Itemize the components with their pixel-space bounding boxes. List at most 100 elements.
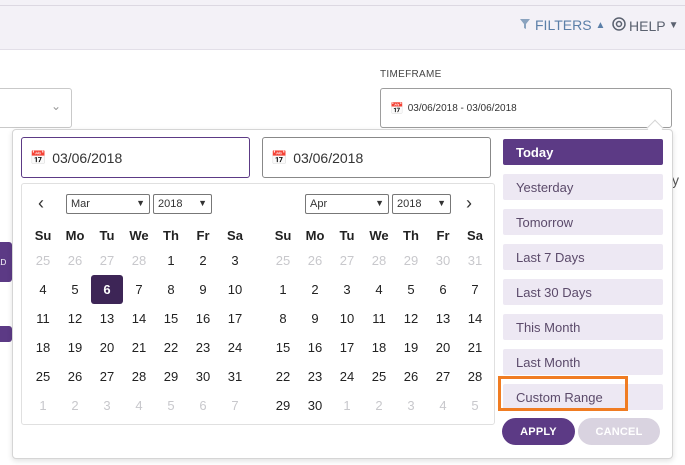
calendar-day[interactable]: 14: [123, 304, 155, 333]
calendar-day[interactable]: 16: [187, 304, 219, 333]
calendar-day[interactable]: 8: [155, 275, 187, 304]
calendar-day[interactable]: 26: [59, 246, 91, 275]
calendar-day[interactable]: 6: [427, 275, 459, 304]
calendar-day[interactable]: 10: [331, 304, 363, 333]
calendar-day[interactable]: 4: [427, 391, 459, 420]
calendar-day[interactable]: 28: [123, 246, 155, 275]
calendar-day[interactable]: 28: [363, 246, 395, 275]
calendar-day[interactable]: 2: [299, 275, 331, 304]
calendar-day[interactable]: 8: [267, 304, 299, 333]
calendar-day[interactable]: 26: [299, 246, 331, 275]
calendar-day[interactable]: 24: [331, 362, 363, 391]
calendar-day[interactable]: 27: [91, 362, 123, 391]
range-option-yesterday[interactable]: Yesterday: [503, 174, 663, 200]
calendar-day[interactable]: 23: [187, 333, 219, 362]
calendar-day[interactable]: 20: [91, 333, 123, 362]
calendar-day[interactable]: 22: [267, 362, 299, 391]
calendar-day[interactable]: 25: [267, 246, 299, 275]
calendar-day[interactable]: 9: [299, 304, 331, 333]
cancel-button[interactable]: CANCEL: [578, 418, 660, 445]
calendar-day[interactable]: 7: [123, 275, 155, 304]
prev-month-arrow-icon[interactable]: ‹: [38, 193, 44, 214]
apply-button[interactable]: APPLY: [502, 418, 575, 445]
side-button-2[interactable]: [0, 326, 12, 342]
calendar-day[interactable]: 5: [395, 275, 427, 304]
calendar-day[interactable]: 5: [59, 275, 91, 304]
calendar-day[interactable]: 17: [219, 304, 251, 333]
calendar-day[interactable]: 13: [91, 304, 123, 333]
calendar-day[interactable]: 23: [299, 362, 331, 391]
calendar-day[interactable]: 15: [267, 333, 299, 362]
calendar-day[interactable]: 21: [123, 333, 155, 362]
calendar-day[interactable]: 27: [91, 246, 123, 275]
calendar-day[interactable]: 1: [27, 391, 59, 420]
help-menu[interactable]: HELP ▼: [612, 17, 678, 34]
range-option-today[interactable]: Today: [503, 139, 663, 165]
year-select[interactable]: 2018 ▼: [392, 194, 451, 214]
calendar-day[interactable]: 25: [27, 246, 59, 275]
calendar-day[interactable]: 25: [27, 362, 59, 391]
calendar-day-selected[interactable]: 6: [91, 275, 123, 304]
calendar-day[interactable]: 26: [59, 362, 91, 391]
calendar-day[interactable]: 28: [459, 362, 491, 391]
calendar-day[interactable]: 18: [363, 333, 395, 362]
calendar-day[interactable]: 5: [459, 391, 491, 420]
calendar-day[interactable]: 28: [123, 362, 155, 391]
calendar-day[interactable]: 4: [363, 275, 395, 304]
calendar-day[interactable]: 30: [299, 391, 331, 420]
timeframe-input[interactable]: 📅 03/06/2018 - 03/06/2018: [380, 88, 672, 128]
calendar-day[interactable]: 7: [219, 391, 251, 420]
calendar-day[interactable]: 13: [427, 304, 459, 333]
calendar-day[interactable]: 2: [59, 391, 91, 420]
end-date-input[interactable]: 📅 03/06/2018: [262, 137, 491, 178]
year-select[interactable]: 2018 ▼: [153, 194, 212, 214]
next-month-arrow-icon[interactable]: ›: [466, 193, 472, 214]
calendar-day[interactable]: 9: [187, 275, 219, 304]
calendar-day[interactable]: 4: [27, 275, 59, 304]
side-button[interactable]: LD: [0, 242, 12, 282]
calendar-day[interactable]: 3: [219, 246, 251, 275]
calendar-day[interactable]: 27: [427, 362, 459, 391]
calendar-day[interactable]: 27: [331, 246, 363, 275]
start-date-input[interactable]: 📅 03/06/2018: [21, 137, 250, 178]
calendar-day[interactable]: 20: [427, 333, 459, 362]
calendar-day[interactable]: 29: [267, 391, 299, 420]
calendar-day[interactable]: 24: [219, 333, 251, 362]
calendar-day[interactable]: 25: [363, 362, 395, 391]
month-select[interactable]: Apr ▼: [305, 194, 389, 214]
filters-toggle[interactable]: FILTERS ▲: [519, 17, 605, 33]
calendar-day[interactable]: 11: [363, 304, 395, 333]
calendar-day[interactable]: 30: [427, 246, 459, 275]
calendar-day[interactable]: 29: [395, 246, 427, 275]
calendar-day[interactable]: 19: [59, 333, 91, 362]
calendar-day[interactable]: 31: [219, 362, 251, 391]
calendar-day[interactable]: 2: [187, 246, 219, 275]
calendar-day[interactable]: 1: [267, 275, 299, 304]
calendar-day[interactable]: 17: [331, 333, 363, 362]
calendar-day[interactable]: 16: [299, 333, 331, 362]
range-option-tomorrow[interactable]: Tomorrow: [503, 209, 663, 235]
calendar-day[interactable]: 22: [155, 333, 187, 362]
calendar-day[interactable]: 10: [219, 275, 251, 304]
calendar-day[interactable]: 5: [155, 391, 187, 420]
calendar-day[interactable]: 3: [331, 275, 363, 304]
calendar-day[interactable]: 18: [27, 333, 59, 362]
calendar-day[interactable]: 1: [155, 246, 187, 275]
calendar-day[interactable]: 21: [459, 333, 491, 362]
calendar-day[interactable]: 26: [395, 362, 427, 391]
range-option-last-30-days[interactable]: Last 30 Days: [503, 279, 663, 305]
calendar-day[interactable]: 15: [155, 304, 187, 333]
calendar-day[interactable]: 3: [91, 391, 123, 420]
calendar-day[interactable]: 11: [27, 304, 59, 333]
calendar-day[interactable]: 6: [187, 391, 219, 420]
calendar-day[interactable]: 31: [459, 246, 491, 275]
background-select[interactable]: ⌄: [0, 88, 72, 128]
calendar-day[interactable]: 2: [363, 391, 395, 420]
range-option-this-month[interactable]: This Month: [503, 314, 663, 340]
month-select[interactable]: Mar ▼: [66, 194, 150, 214]
calendar-day[interactable]: 14: [459, 304, 491, 333]
calendar-day[interactable]: 12: [59, 304, 91, 333]
range-option-last-7-days[interactable]: Last 7 Days: [503, 244, 663, 270]
calendar-day[interactable]: 29: [155, 362, 187, 391]
range-option-last-month[interactable]: Last Month: [503, 349, 663, 375]
